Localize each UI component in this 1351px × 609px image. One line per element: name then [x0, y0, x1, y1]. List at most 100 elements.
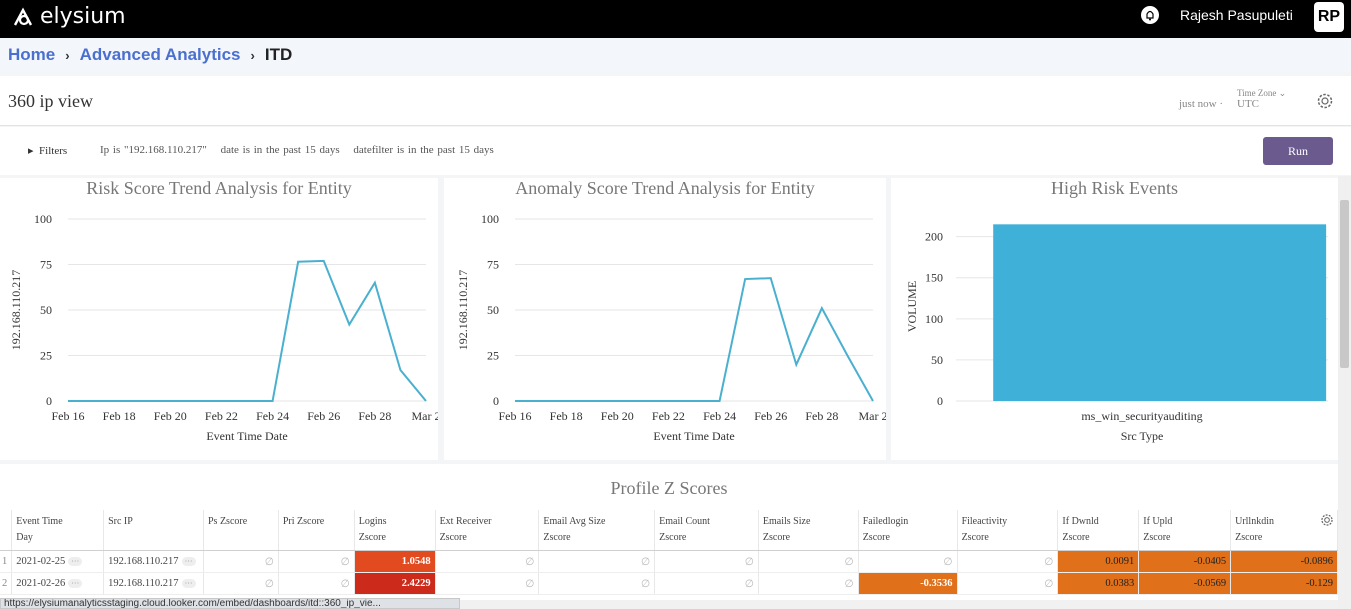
x-tick-label: Feb 18	[550, 409, 583, 423]
anomaly-score-tile: Anomaly Score Trend Analysis for Entity …	[444, 178, 886, 460]
x-axis-label: Src Type	[1121, 429, 1164, 443]
more-icon[interactable]: ···	[68, 579, 83, 588]
table-cell: ∅	[858, 550, 958, 573]
table-cell: ∅	[203, 550, 279, 573]
user-name[interactable]: Rajesh Pasupuleti	[1180, 7, 1293, 23]
y-tick-label: 100	[481, 212, 499, 226]
table-cell: ∅	[278, 572, 355, 595]
table-cell: 0.0383	[1057, 572, 1140, 595]
x-tick-label: Feb 18	[103, 409, 136, 423]
elysium-logo-icon	[13, 6, 33, 26]
brand-name: elysium	[40, 4, 126, 29]
y-tick-label: 150	[925, 271, 943, 285]
column-header[interactable]: Emails Size Zscore	[758, 510, 859, 551]
column-header[interactable]: Pri Zscore	[278, 510, 355, 551]
y-axis-label: VOLUME	[905, 281, 919, 332]
y-axis-label: 192.168.110.217	[9, 270, 23, 351]
high-risk-events-tile: High Risk Events 0 50 100 150 200 ms_win_secu…	[891, 178, 1338, 460]
x-tick-label: Feb 20	[601, 409, 634, 423]
chevron-right-icon: ›	[65, 47, 70, 63]
column-header[interactable]: Ext Receiver Zscore	[435, 510, 540, 551]
y-tick-label: 75	[40, 258, 52, 272]
breadcrumb-home[interactable]: Home	[8, 45, 55, 65]
y-tick-label: 25	[40, 349, 52, 363]
table-cell: 192.168.110.217 ···	[103, 550, 204, 573]
profile-zscores-tile: Profile Z Scores Event Time Day Src IP Ps Z…	[0, 464, 1338, 609]
x-tick-label: Feb 16	[52, 409, 85, 423]
column-header[interactable]: Event Time Day	[11, 510, 105, 551]
breadcrumb-advanced-analytics[interactable]: Advanced Analytics	[80, 45, 241, 65]
column-header[interactable]: Email Avg Size Zscore	[538, 510, 656, 551]
run-button[interactable]: Run	[1263, 137, 1333, 165]
avatar[interactable]: RP	[1314, 2, 1344, 32]
filters-toggle[interactable]: ▸ Filters	[28, 144, 67, 157]
brand-logo[interactable]: elysium	[12, 4, 126, 29]
table-body: 1 2021-02-25 ··· 192.168.110.217 ··· ∅ ∅ 1.0548…	[0, 550, 1338, 595]
table-cell: 2021-02-26 ···	[11, 572, 105, 595]
column-header[interactable]: Urllnkdin Zscore	[1230, 510, 1338, 551]
table-cell: -0.0405	[1138, 550, 1232, 573]
table-title: Profile Z Scores	[610, 478, 728, 498]
high-risk-events-chart[interactable]: 0 50 100 150 200 ms_win_securityauditing Src T…	[891, 178, 1338, 460]
column-header[interactable]: If Upld Zscore	[1138, 510, 1232, 551]
scrollbar-thumb[interactable]	[1340, 200, 1349, 368]
x-tick-label: Feb 20	[154, 409, 187, 423]
column-header[interactable]: Ps Zscore	[203, 510, 279, 551]
table-cell: ∅	[654, 550, 759, 573]
table-cell: ∅	[957, 550, 1059, 573]
x-tick-label: Feb 26	[754, 409, 787, 423]
last-refresh: just now ·	[1179, 98, 1224, 110]
y-tick-label: 50	[931, 353, 943, 367]
row-index: 2	[0, 572, 13, 595]
dashboard-header: 360 ip view just now · Time Zone ⌄ UTC	[0, 76, 1351, 126]
risk-score-chart[interactable]: 0 25 50 75 100 Feb 16 Feb 18 Feb 20 Feb 22 Feb 24…	[0, 178, 438, 460]
timezone-select[interactable]: UTC	[1237, 98, 1259, 110]
table-cell: ∅	[435, 572, 540, 595]
series-line	[515, 277, 874, 402]
dashboard-title: 360 ip view	[8, 91, 93, 111]
column-header[interactable]: Fileactivity Zscore	[957, 510, 1059, 551]
more-icon[interactable]: ···	[181, 557, 196, 566]
table-cell: -0.3536	[858, 572, 958, 595]
top-bar: elysium Rajesh Pasupuleti RP	[0, 0, 1351, 38]
table-cell: ∅	[435, 550, 540, 573]
table-cell: ∅	[538, 550, 656, 573]
y-tick-label: 0	[937, 394, 943, 408]
table-cell: -0.0569	[1138, 572, 1232, 595]
table-header-row: Event Time Day Src IP Ps Zscore Pri Zscore Lo…	[0, 510, 1338, 551]
horizontal-scrollbar[interactable]	[460, 600, 1338, 609]
more-icon[interactable]: ···	[68, 557, 83, 566]
filters-bar: ▸ Filters Ip is "192.168.110.217" date i…	[0, 127, 1351, 175]
table-cell: -0.0896	[1230, 550, 1338, 573]
x-tick-label: Feb 26	[307, 409, 340, 423]
chevron-right-icon: ›	[250, 47, 255, 63]
column-header[interactable]: Src IP	[103, 510, 204, 551]
vertical-scrollbar[interactable]	[1338, 176, 1351, 609]
table-cell: 0.0091	[1057, 550, 1140, 573]
anomaly-score-chart[interactable]: 0 25 50 75 100 Feb 16 Feb 18 Feb 20 Feb 22 Feb 24…	[444, 178, 886, 460]
x-tick-label: Mar 2	[412, 409, 439, 423]
notifications-bell-icon[interactable]	[1141, 6, 1159, 24]
table-cell: 192.168.110.217 ···	[103, 572, 204, 595]
table-row[interactable]: 2 2021-02-26 ··· 192.168.110.217 ··· ∅ ∅ 2.4229…	[0, 572, 1338, 595]
table-cell: 2021-02-25 ···	[11, 550, 105, 573]
column-header[interactable]: Email Count Zscore	[654, 510, 759, 551]
y-tick-label: 0	[493, 394, 499, 408]
chevron-down-icon: ⌄	[1278, 88, 1287, 98]
x-axis-label: Event Time Date	[653, 429, 734, 443]
table-row[interactable]: 1 2021-02-25 ··· 192.168.110.217 ··· ∅ ∅ 1.0548…	[0, 550, 1338, 573]
column-header[interactable]: If Dwnld Zscore	[1057, 510, 1140, 551]
y-tick-label: 100	[34, 212, 52, 226]
column-header[interactable]: Failedlogin Zscore	[858, 510, 958, 551]
caret-right-icon: ▸	[28, 145, 34, 157]
table-cell: ∅	[278, 550, 355, 573]
x-tick-label: Feb 16	[499, 409, 532, 423]
more-icon[interactable]: ···	[181, 579, 196, 588]
gear-icon[interactable]	[1316, 92, 1334, 110]
table-cell: ∅	[538, 572, 656, 595]
filter-summary[interactable]: Ip is "192.168.110.217" date is in the p…	[100, 144, 504, 156]
column-header[interactable]: Logins Zscore	[354, 510, 436, 551]
table-cell: 2.4229	[354, 572, 436, 595]
table-cell: -0.129	[1230, 572, 1338, 595]
profile-zscores-table: Event Time Day Src IP Ps Zscore Pri Zscore Lo…	[0, 510, 1338, 595]
